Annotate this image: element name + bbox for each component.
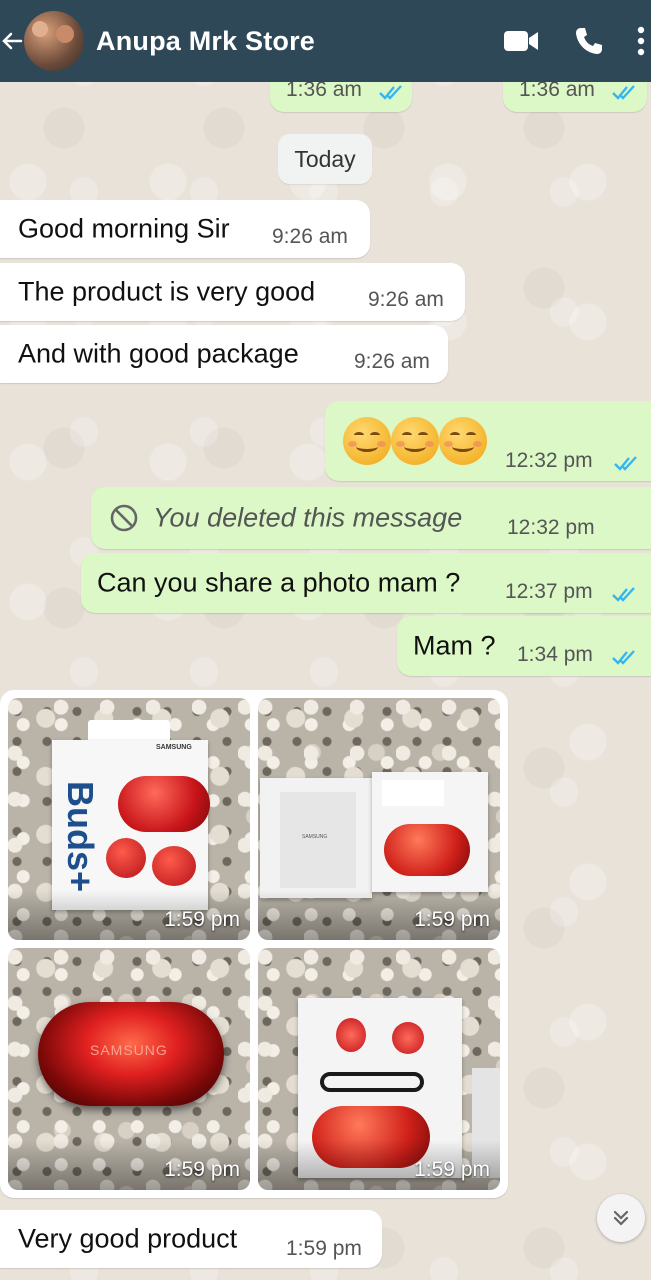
earbuds-case: SAMSUNG [38, 1002, 224, 1106]
contact-name[interactable]: Anupa Mrk Store [96, 26, 315, 57]
message-text: Very good product [18, 1223, 238, 1254]
message-time: 12:32 pm [507, 516, 595, 539]
photo-thumbnail[interactable]: SAMSUNG Buds+ 1:59 pm [8, 698, 250, 940]
photo-time: 1:59 pm [164, 1158, 240, 1181]
message-time: 9:26 am [354, 350, 430, 373]
blocked-icon [110, 504, 138, 532]
message-text: Good morning Sir [18, 213, 230, 244]
message-time: 1:59 pm [286, 1237, 362, 1260]
box-brand-label: SAMSUNG [156, 744, 192, 751]
message-time: 9:26 am [272, 225, 348, 248]
read-ticks-icon [614, 456, 637, 471]
back-arrow-icon[interactable] [0, 21, 24, 61]
message-bubble[interactable]: And with good package 9:26 am [0, 325, 448, 383]
message-text: And with good package [18, 338, 299, 369]
message-text: Can you share a photo mam ? [97, 567, 461, 598]
read-ticks-icon [612, 85, 635, 100]
image-album-message[interactable]: SAMSUNG Buds+ 1:59 pm SAMSUNG 1:59 pm SA… [0, 690, 508, 1198]
message-bubble-emoji[interactable]: 12:32 pm [325, 401, 651, 481]
smiling-face-emoji-icon [391, 417, 439, 465]
avatar[interactable] [24, 11, 84, 71]
photo-time: 1:59 pm [414, 908, 490, 931]
double-chevron-down-icon [613, 1210, 629, 1226]
photo-time: 1:59 pm [164, 908, 240, 931]
chat-header: Anupa Mrk Store [0, 0, 651, 82]
product-box: SAMSUNG Buds+ [52, 740, 210, 910]
message-text: You deleted this message [153, 502, 463, 533]
case-brand-label: SAMSUNG [90, 1042, 168, 1058]
message-text: Mam ? [413, 630, 496, 661]
message-time: 1:34 pm [517, 643, 593, 666]
message-bubble[interactable]: The product is very good 9:26 am [0, 263, 465, 321]
video-call-icon[interactable] [501, 21, 541, 61]
box-brand-label: SAMSUNG [302, 834, 328, 840]
read-ticks-icon [612, 587, 635, 602]
read-ticks-icon [612, 650, 635, 665]
photo-thumbnail[interactable]: SAMSUNG 1:59 pm [258, 698, 500, 940]
phone-icon[interactable] [569, 21, 609, 61]
message-bubble[interactable]: Very good product 1:59 pm [0, 1210, 382, 1268]
photo-thumbnail[interactable]: 1:59 pm [258, 948, 500, 1190]
read-ticks-icon [379, 85, 402, 100]
smiling-face-emoji-icon [343, 417, 391, 465]
message-bubble[interactable]: Good morning Sir 9:26 am [0, 200, 370, 258]
message-text: The product is very good [18, 276, 316, 307]
message-bubble[interactable]: Mam ? 1:34 pm [397, 616, 651, 676]
message-time: 12:32 pm [505, 449, 593, 472]
more-vert-icon[interactable] [631, 21, 651, 61]
photo-time: 1:59 pm [414, 1158, 490, 1181]
photo-thumbnail[interactable]: SAMSUNG 1:59 pm [8, 948, 250, 1190]
message-bubble-deleted[interactable]: You deleted this message 12:32 pm [91, 487, 651, 549]
message-bubble[interactable]: Can you share a photo mam ? 12:37 pm [81, 553, 651, 613]
date-divider: Today [278, 134, 372, 184]
smiling-face-emoji-icon [439, 417, 487, 465]
box-title-label: Buds+ [60, 781, 101, 893]
message-time: 12:37 pm [505, 580, 593, 603]
message-time: 9:26 am [368, 288, 444, 311]
scroll-to-bottom-button[interactable] [597, 1194, 645, 1242]
